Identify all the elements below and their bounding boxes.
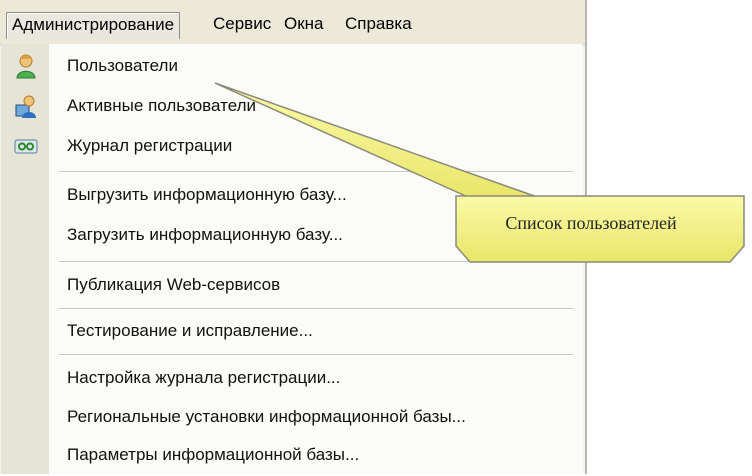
callout-annotation <box>214 82 745 263</box>
callout-pointer <box>214 82 541 199</box>
callout-text: Список пользователей <box>505 213 677 233</box>
